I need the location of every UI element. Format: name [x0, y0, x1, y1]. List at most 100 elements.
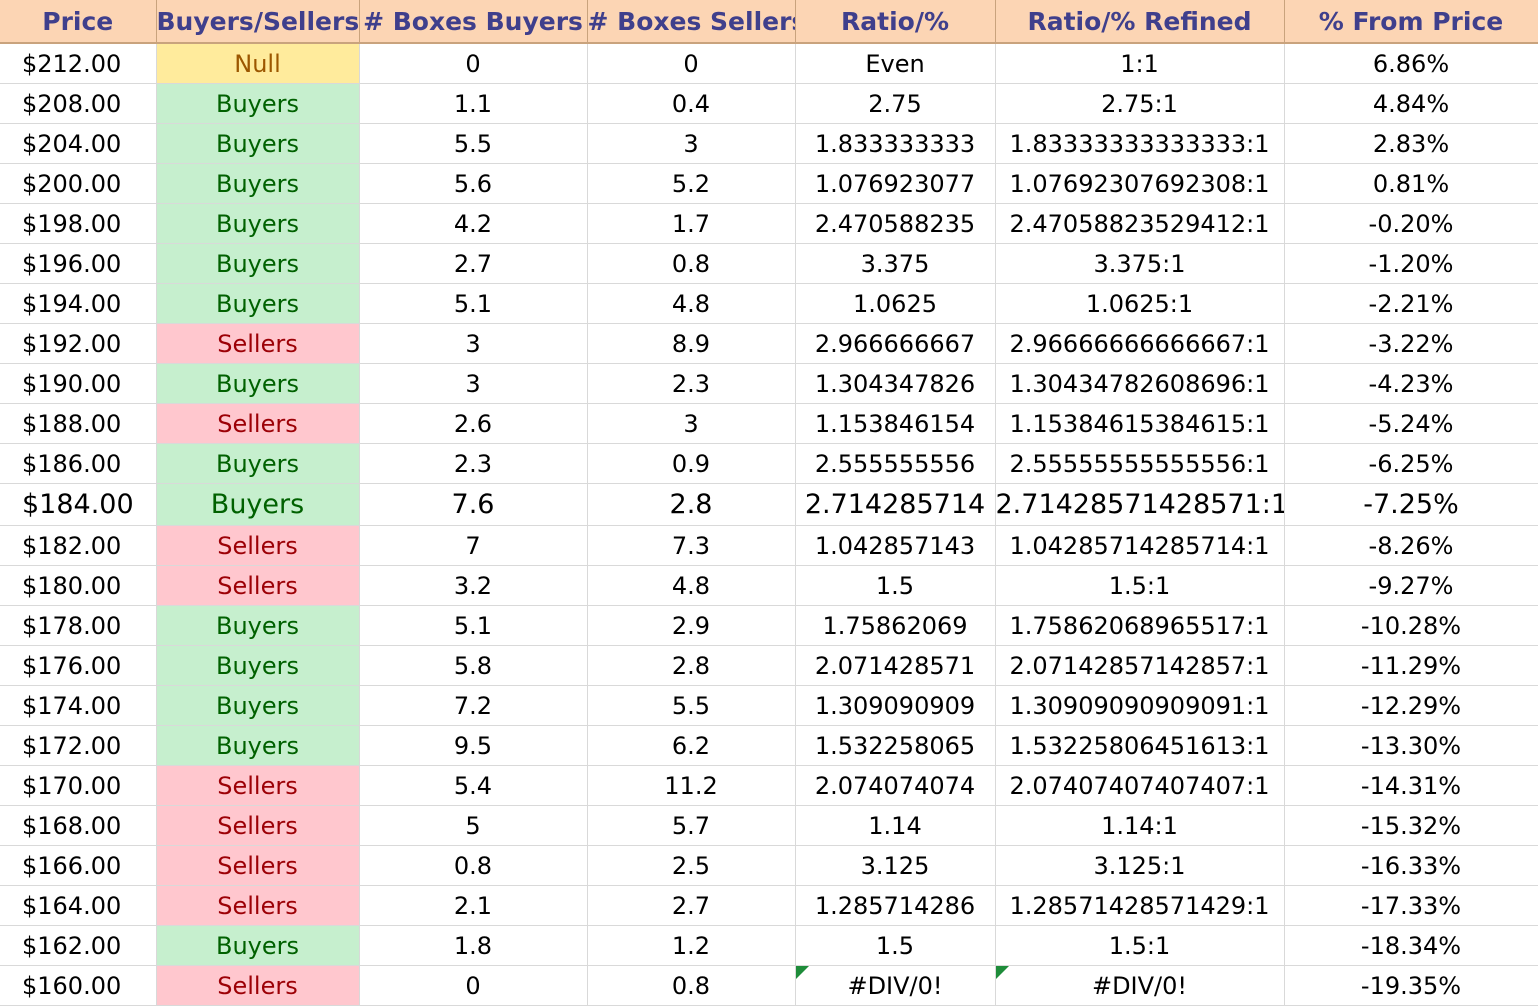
boxes-buyers-cell[interactable]: 2.7 [359, 243, 588, 284]
boxes-sellers-cell[interactable]: 0.9 [587, 443, 796, 484]
boxes-buyers-cell[interactable]: 7 [359, 525, 588, 566]
boxes-buyers-cell[interactable]: 5.8 [359, 645, 588, 686]
header-boxes-buyers[interactable]: # Boxes Buyers [359, 0, 588, 44]
ratio-refined-cell[interactable]: 1.28571428571429:1 [995, 885, 1285, 926]
header-ratio-refined[interactable]: Ratio/% Refined [995, 0, 1285, 44]
side-cell[interactable]: Buyers [156, 163, 360, 204]
price-cell[interactable]: $192.00 [0, 323, 157, 364]
ratio-cell[interactable]: 1.14 [795, 805, 996, 846]
from-price-cell[interactable]: -10.28% [1284, 605, 1538, 646]
ratio-cell[interactable]: 2.470588235 [795, 203, 996, 244]
ratio-refined-cell[interactable]: 1.04285714285714:1 [995, 525, 1285, 566]
ratio-refined-cell[interactable]: 2.96666666666667:1 [995, 323, 1285, 364]
ratio-refined-cell[interactable]: 1.15384615384615:1 [995, 403, 1285, 444]
side-cell[interactable]: Buyers [156, 363, 360, 404]
ratio-refined-cell[interactable]: 1.53225806451613:1 [995, 725, 1285, 766]
ratio-refined-cell[interactable]: 1.07692307692308:1 [995, 163, 1285, 204]
boxes-sellers-cell[interactable]: 2.9 [587, 605, 796, 646]
from-price-cell[interactable]: 2.83% [1284, 123, 1538, 164]
boxes-sellers-cell[interactable]: 3 [587, 403, 796, 444]
price-cell[interactable]: $186.00 [0, 443, 157, 484]
ratio-cell[interactable]: 1.076923077 [795, 163, 996, 204]
ratio-refined-cell[interactable]: 2.55555555555556:1 [995, 443, 1285, 484]
ratio-cell[interactable]: 2.966666667 [795, 323, 996, 364]
from-price-cell[interactable]: 0.81% [1284, 163, 1538, 204]
from-price-cell[interactable]: -8.26% [1284, 525, 1538, 566]
price-cell[interactable]: $166.00 [0, 845, 157, 886]
ratio-cell[interactable]: #DIV/0! [795, 965, 996, 1006]
ratio-refined-cell[interactable]: 1.75862068965517:1 [995, 605, 1285, 646]
boxes-sellers-cell[interactable]: 8.9 [587, 323, 796, 364]
side-cell[interactable]: Sellers [156, 403, 360, 444]
boxes-buyers-cell[interactable]: 0 [359, 965, 588, 1006]
boxes-buyers-cell[interactable]: 4.2 [359, 203, 588, 244]
ratio-cell[interactable]: Even [795, 43, 996, 84]
ratio-cell[interactable]: 2.071428571 [795, 645, 996, 686]
side-cell[interactable]: Buyers [156, 925, 360, 966]
side-cell[interactable]: Sellers [156, 885, 360, 926]
from-price-cell[interactable]: -17.33% [1284, 885, 1538, 926]
ratio-refined-cell[interactable]: 1.83333333333333:1 [995, 123, 1285, 164]
boxes-sellers-cell[interactable]: 1.2 [587, 925, 796, 966]
from-price-cell[interactable]: -18.34% [1284, 925, 1538, 966]
boxes-sellers-cell[interactable]: 5.5 [587, 685, 796, 726]
ratio-cell[interactable]: 1.833333333 [795, 123, 996, 164]
price-cell[interactable]: $194.00 [0, 283, 157, 324]
from-price-cell[interactable]: -13.30% [1284, 725, 1538, 766]
boxes-buyers-cell[interactable]: 5.5 [359, 123, 588, 164]
ratio-refined-cell[interactable]: 1.14:1 [995, 805, 1285, 846]
ratio-cell[interactable]: 1.042857143 [795, 525, 996, 566]
ratio-cell[interactable]: 1.532258065 [795, 725, 996, 766]
ratio-cell[interactable]: 2.75 [795, 83, 996, 124]
from-price-cell[interactable]: 4.84% [1284, 83, 1538, 124]
ratio-cell[interactable]: 1.153846154 [795, 403, 996, 444]
ratio-refined-cell[interactable]: 2.71428571428571:1 [995, 483, 1285, 526]
from-price-cell[interactable]: -2.21% [1284, 283, 1538, 324]
side-cell[interactable]: Sellers [156, 565, 360, 606]
boxes-sellers-cell[interactable]: 0.4 [587, 83, 796, 124]
boxes-sellers-cell[interactable]: 2.8 [587, 483, 796, 526]
boxes-buyers-cell[interactable]: 7.6 [359, 483, 588, 526]
price-cell[interactable]: $182.00 [0, 525, 157, 566]
boxes-buyers-cell[interactable]: 5.4 [359, 765, 588, 806]
from-price-cell[interactable]: -19.35% [1284, 965, 1538, 1006]
ratio-refined-cell[interactable]: 1:1 [995, 43, 1285, 84]
ratio-cell[interactable]: 1.304347826 [795, 363, 996, 404]
ratio-refined-cell[interactable]: 2.75:1 [995, 83, 1285, 124]
ratio-cell[interactable]: 1.75862069 [795, 605, 996, 646]
boxes-buyers-cell[interactable]: 5.1 [359, 283, 588, 324]
header-price[interactable]: Price [0, 0, 157, 44]
boxes-sellers-cell[interactable]: 2.3 [587, 363, 796, 404]
from-price-cell[interactable]: 6.86% [1284, 43, 1538, 84]
error-indicator-icon[interactable] [795, 966, 809, 979]
from-price-cell[interactable]: -4.23% [1284, 363, 1538, 404]
ratio-cell[interactable]: 1.5 [795, 925, 996, 966]
price-cell[interactable]: $170.00 [0, 765, 157, 806]
boxes-buyers-cell[interactable]: 3 [359, 363, 588, 404]
price-cell[interactable]: $174.00 [0, 685, 157, 726]
side-cell[interactable]: Buyers [156, 123, 360, 164]
boxes-buyers-cell[interactable]: 2.6 [359, 403, 588, 444]
price-cell[interactable]: $198.00 [0, 203, 157, 244]
boxes-buyers-cell[interactable]: 0 [359, 43, 588, 84]
boxes-buyers-cell[interactable]: 5.6 [359, 163, 588, 204]
side-cell[interactable]: Sellers [156, 805, 360, 846]
ratio-refined-cell[interactable]: 2.07407407407407:1 [995, 765, 1285, 806]
boxes-sellers-cell[interactable]: 7.3 [587, 525, 796, 566]
side-cell[interactable]: Buyers [156, 605, 360, 646]
price-cell[interactable]: $180.00 [0, 565, 157, 606]
header-buyers-sellers[interactable]: Buyers/Sellers [156, 0, 360, 44]
header-ratio[interactable]: Ratio/% [795, 0, 996, 44]
ratio-cell[interactable]: 1.5 [795, 565, 996, 606]
from-price-cell[interactable]: -0.20% [1284, 203, 1538, 244]
boxes-sellers-cell[interactable]: 2.7 [587, 885, 796, 926]
price-cell[interactable]: $162.00 [0, 925, 157, 966]
boxes-buyers-cell[interactable]: 7.2 [359, 685, 588, 726]
side-cell[interactable]: Sellers [156, 845, 360, 886]
price-cell[interactable]: $188.00 [0, 403, 157, 444]
from-price-cell[interactable]: -5.24% [1284, 403, 1538, 444]
from-price-cell[interactable]: -14.31% [1284, 765, 1538, 806]
from-price-cell[interactable]: -12.29% [1284, 685, 1538, 726]
price-cell[interactable]: $212.00 [0, 43, 157, 84]
from-price-cell[interactable]: -1.20% [1284, 243, 1538, 284]
